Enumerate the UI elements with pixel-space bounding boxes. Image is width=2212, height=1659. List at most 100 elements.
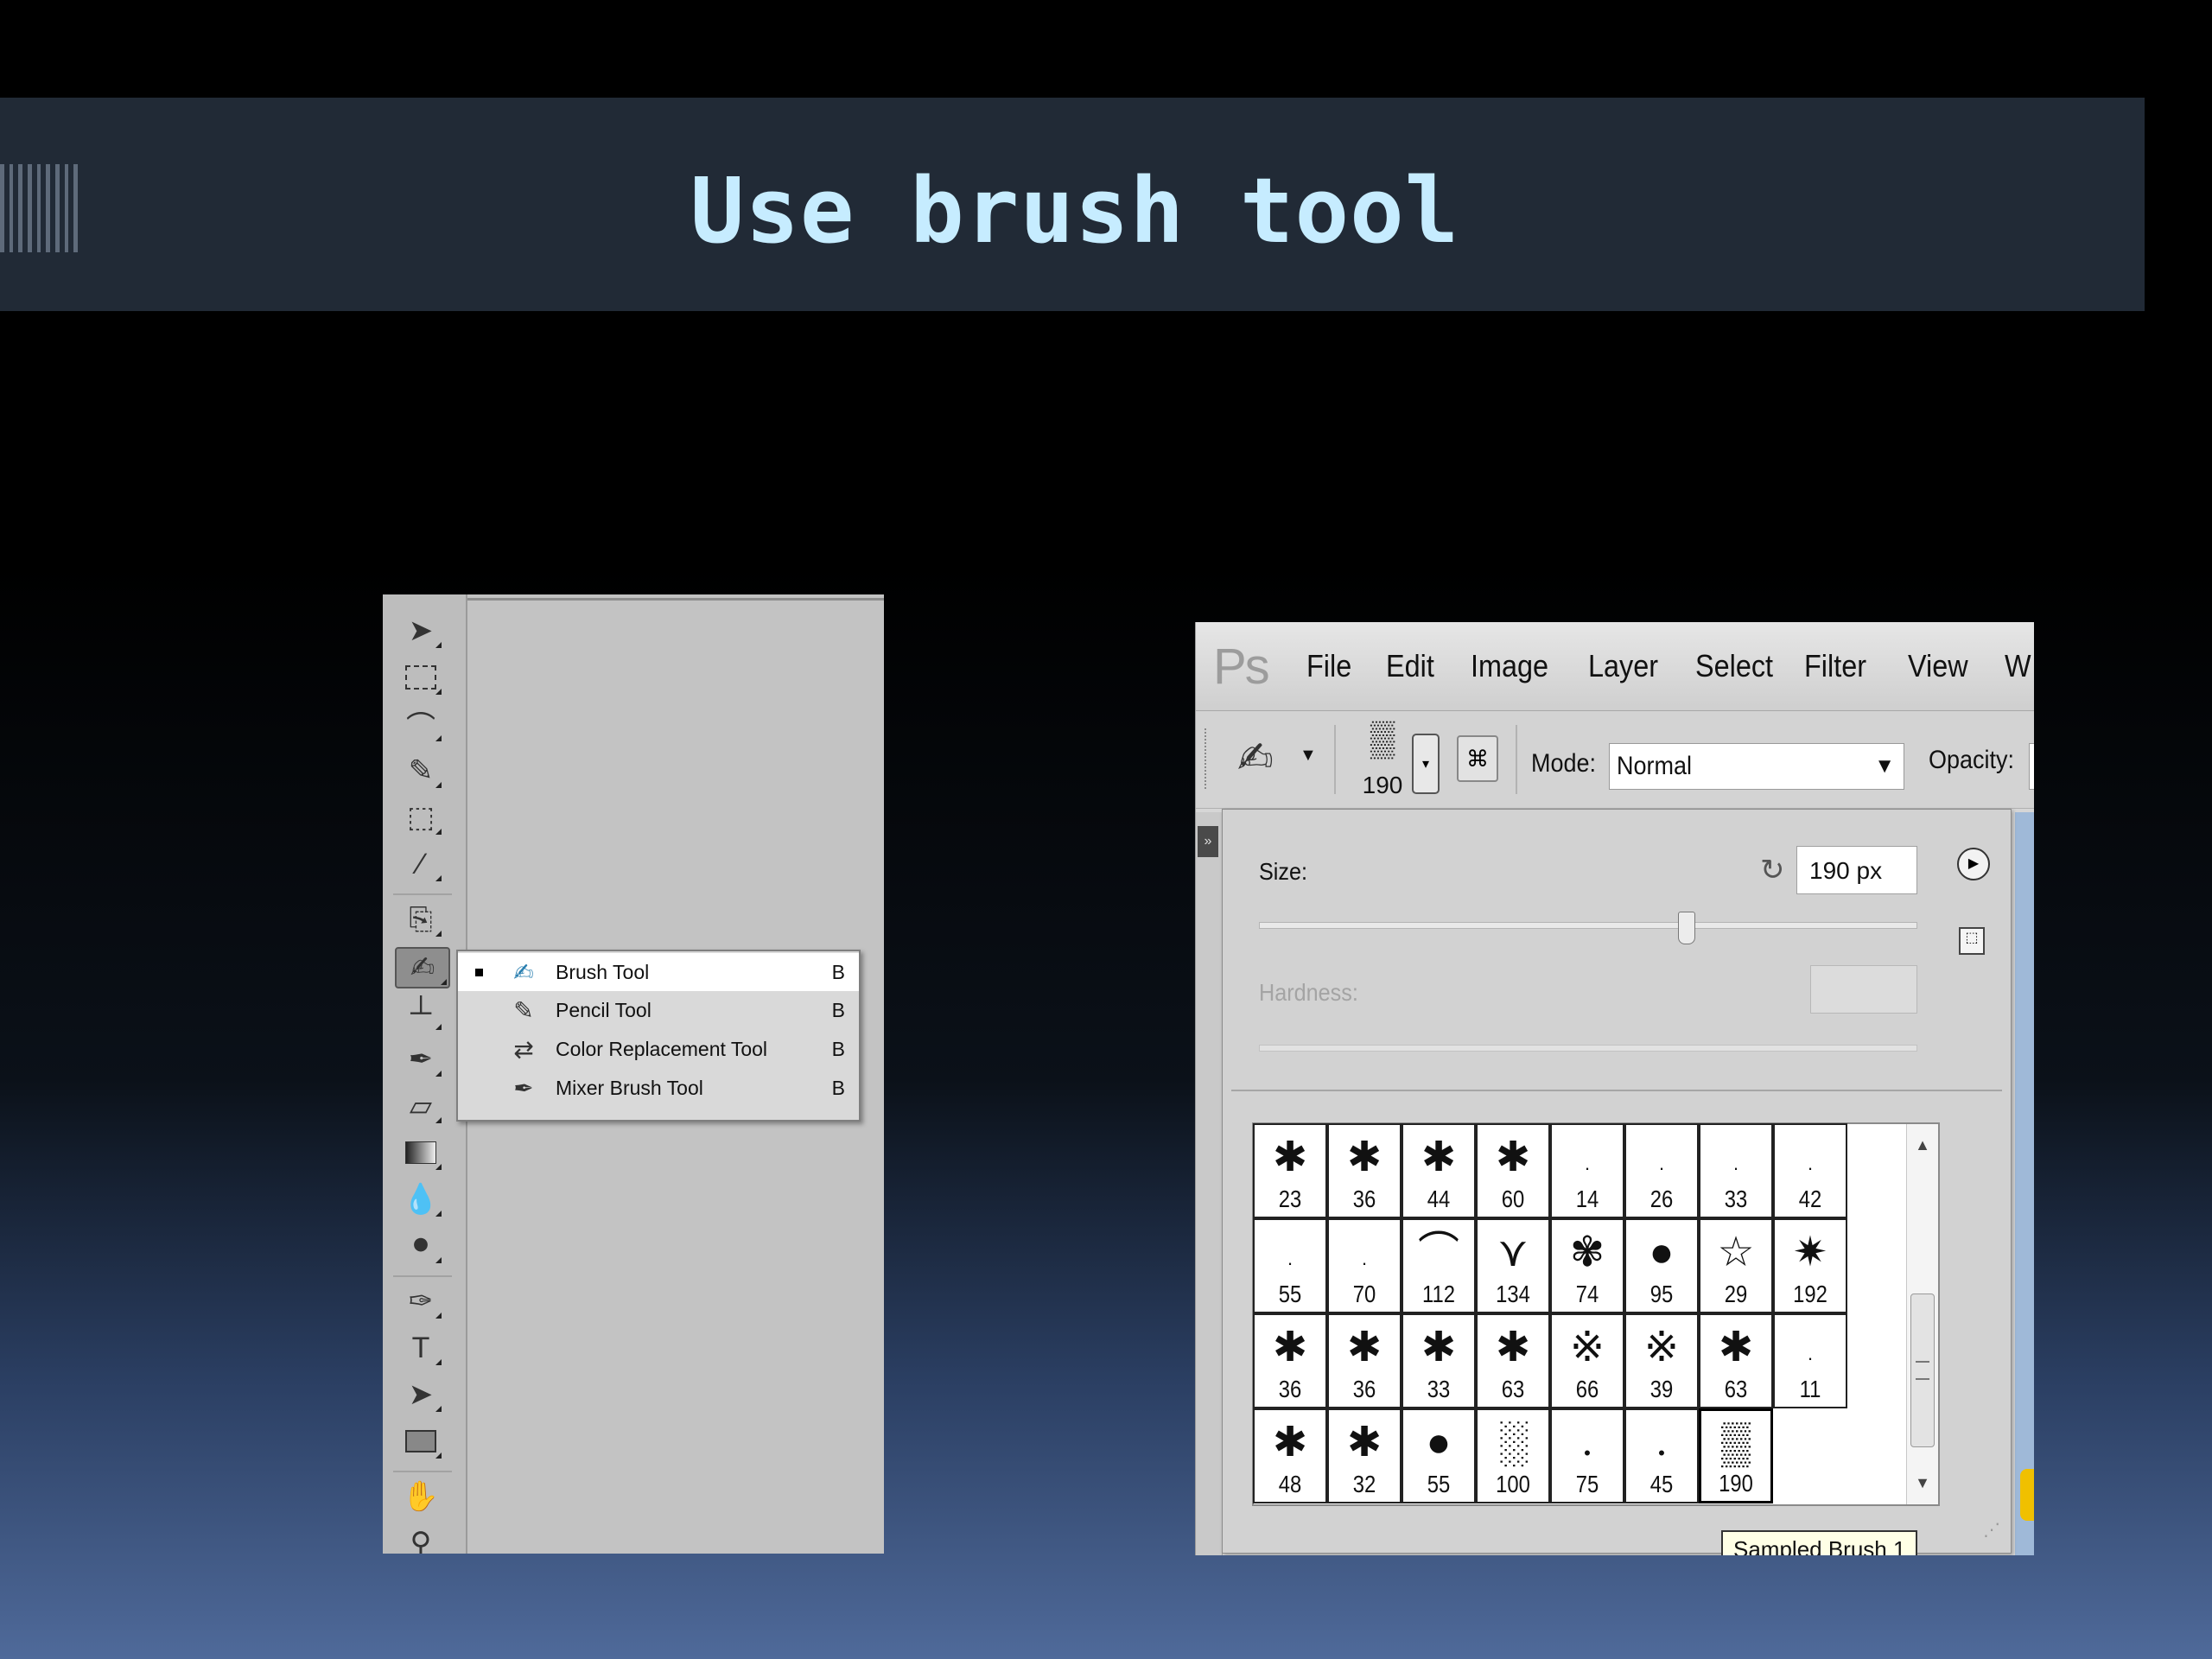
brush-preset-size: 190: [1719, 1470, 1753, 1497]
brush-preset-icon[interactable]: ✍: [1237, 733, 1274, 783]
brush-preset[interactable]: · 33: [1699, 1123, 1773, 1218]
brush-preset-size: 75: [1575, 1471, 1599, 1497]
brush-preset-size: 23: [1278, 1185, 1302, 1212]
brush-preset[interactable]: · 55: [1253, 1218, 1327, 1313]
menu-image[interactable]: Image: [1471, 648, 1548, 684]
scroll-up-icon[interactable]: ▲: [1907, 1136, 1938, 1154]
menu-file[interactable]: File: [1306, 648, 1351, 684]
marquee-tool-icon[interactable]: [398, 658, 443, 696]
brush-tip-preview: ✱: [1272, 1135, 1308, 1180]
opacity-label: Opacity:: [1929, 746, 2015, 774]
brush-preset[interactable]: ✾ 74: [1550, 1218, 1624, 1313]
gradient-tool-icon[interactable]: [398, 1134, 443, 1172]
brush-tip-preview: ✱: [1495, 1325, 1531, 1370]
menu-edit[interactable]: Edit: [1386, 648, 1434, 684]
size-input[interactable]: 190 px: [1796, 846, 1917, 894]
flyout-item-color-replacement[interactable]: ⇄ Color Replacement Tool B: [458, 1030, 859, 1068]
brush-preset[interactable]: ✱ 36: [1327, 1123, 1402, 1218]
presets-scrollbar[interactable]: ▲ ▼: [1906, 1124, 1938, 1504]
hand-tool-icon[interactable]: ✋: [398, 1478, 443, 1516]
brush-preset-size: 55: [1427, 1471, 1451, 1497]
healing-brush-tool-icon[interactable]: ⎘: [398, 900, 443, 938]
pen-tool-icon[interactable]: ✑: [398, 1282, 443, 1320]
brush-preset[interactable]: • 45: [1624, 1408, 1699, 1503]
brush-preset-size: 33: [1427, 1376, 1451, 1402]
brush-preset[interactable]: · 70: [1327, 1218, 1402, 1313]
brush-preset[interactable]: ✱ 44: [1402, 1123, 1476, 1218]
brush-panel-toggle-icon[interactable]: ⌘: [1457, 735, 1498, 782]
options-grip[interactable]: [1205, 728, 1211, 789]
brush-preset[interactable]: ✱ 60: [1476, 1123, 1550, 1218]
brush-preset[interactable]: ● 95: [1624, 1218, 1699, 1313]
brush-picker-dropdown-button[interactable]: ▾: [1412, 734, 1440, 794]
brush-preset-size: 36: [1278, 1376, 1302, 1402]
eyedropper-tool-icon[interactable]: ∕: [398, 845, 443, 883]
brush-preset[interactable]: · 26: [1624, 1123, 1699, 1218]
brush-preset[interactable]: ░ 100: [1476, 1408, 1550, 1503]
menu-view[interactable]: View: [1908, 648, 1968, 684]
brush-tip-preview: ✱: [1272, 1420, 1308, 1465]
brush-preset[interactable]: · 11: [1773, 1313, 1847, 1408]
brush-tip-preview: ✷: [1792, 1230, 1828, 1275]
brush-preset[interactable]: ▒ 190: [1699, 1408, 1773, 1503]
type-tool-icon[interactable]: T: [398, 1329, 443, 1367]
brush-tool-icon[interactable]: ✍: [395, 947, 450, 988]
brush-preset[interactable]: • 75: [1550, 1408, 1624, 1503]
brush-preset[interactable]: ✱ 48: [1253, 1408, 1327, 1503]
picker-menu-icon[interactable]: ▶: [1957, 848, 1990, 880]
move-tool-icon[interactable]: ➤: [398, 612, 443, 650]
brush-preset[interactable]: ⌒ 112: [1402, 1218, 1476, 1313]
brush-preset[interactable]: ✱ 63: [1699, 1313, 1773, 1408]
new-preset-icon[interactable]: ⬚: [1959, 927, 1985, 955]
size-slider-track[interactable]: [1259, 922, 1917, 929]
brush-preset[interactable]: ✱ 36: [1327, 1313, 1402, 1408]
brush-preset-size: 63: [1501, 1376, 1525, 1402]
dodge-tool-icon[interactable]: ⚫: [398, 1227, 443, 1265]
brush-preset[interactable]: ※ 39: [1624, 1313, 1699, 1408]
eraser-tool-icon[interactable]: ▱: [398, 1087, 443, 1125]
brush-preset[interactable]: ✷ 192: [1773, 1218, 1847, 1313]
rectangle-tool-icon[interactable]: [398, 1422, 443, 1460]
flyout-item-pencil[interactable]: ✎ Pencil Tool B: [458, 991, 859, 1029]
preset-dropdown-icon[interactable]: ▼: [1300, 746, 1317, 766]
brush-preset[interactable]: ✱ 33: [1402, 1313, 1476, 1408]
brush-preset[interactable]: · 42: [1773, 1123, 1847, 1218]
brush-preset-size: 134: [1496, 1281, 1530, 1307]
history-brush-tool-icon[interactable]: ✒: [398, 1040, 443, 1078]
flyout-item-brush[interactable]: ✍ Brush Tool B: [458, 953, 859, 991]
menu-window[interactable]: W: [2005, 648, 2031, 684]
brush-preset[interactable]: · 14: [1550, 1123, 1624, 1218]
brush-preset-size: 42: [1798, 1185, 1822, 1212]
lasso-tool-icon[interactable]: ⌒: [398, 705, 443, 744]
crop-tool-icon[interactable]: ⬚: [398, 798, 443, 836]
menu-layer[interactable]: Layer: [1588, 648, 1658, 684]
quick-selection-tool-icon[interactable]: ✎: [398, 752, 443, 790]
brush-preset[interactable]: ✱ 32: [1327, 1408, 1402, 1503]
reset-size-icon[interactable]: ↻: [1760, 853, 1785, 887]
brush-preset-size: 55: [1278, 1281, 1302, 1307]
menu-select[interactable]: Select: [1695, 648, 1773, 684]
path-selection-tool-icon[interactable]: ➤: [398, 1376, 443, 1414]
brush-tip-preview: ✱: [1421, 1325, 1457, 1370]
size-slider-thumb[interactable]: [1678, 912, 1695, 944]
brush-preset-size: 39: [1649, 1376, 1674, 1402]
brush-preset[interactable]: ✱ 36: [1253, 1313, 1327, 1408]
brush-preset[interactable]: ☆ 29: [1699, 1218, 1773, 1313]
blur-tool-icon[interactable]: 💧: [398, 1180, 443, 1218]
brush-grid: ✱ 23 ✱ 36 ✱ 44 ✱ 60 · 14 · 26 · 33 · 42 · 55 · 70 ⌒ 112 ⋎ 134 ✾ 7…: [1253, 1123, 1848, 1504]
menu-filter[interactable]: Filter: [1804, 648, 1866, 684]
clone-stamp-tool-icon[interactable]: ┴: [398, 994, 443, 1032]
opacity-field[interactable]: [2029, 743, 2034, 790]
brush-preset[interactable]: ⋎ 134: [1476, 1218, 1550, 1313]
expand-panels-icon[interactable]: »: [1198, 826, 1218, 857]
brush-preset[interactable]: ✱ 23: [1253, 1123, 1327, 1218]
brush-preset-size: 26: [1649, 1185, 1674, 1212]
brush-preset[interactable]: ✱ 63: [1476, 1313, 1550, 1408]
brush-preset[interactable]: ● 55: [1402, 1408, 1476, 1503]
flyout-item-mixer-brush[interactable]: ✒ Mixer Brush Tool B: [458, 1069, 859, 1107]
resize-grip-icon[interactable]: ⋰: [1983, 1519, 2000, 1541]
mode-select[interactable]: Normal ▼: [1609, 743, 1904, 790]
scroll-down-icon[interactable]: ▼: [1907, 1474, 1938, 1492]
brush-preset[interactable]: ※ 66: [1550, 1313, 1624, 1408]
zoom-tool-icon[interactable]: ⚲: [398, 1524, 443, 1554]
